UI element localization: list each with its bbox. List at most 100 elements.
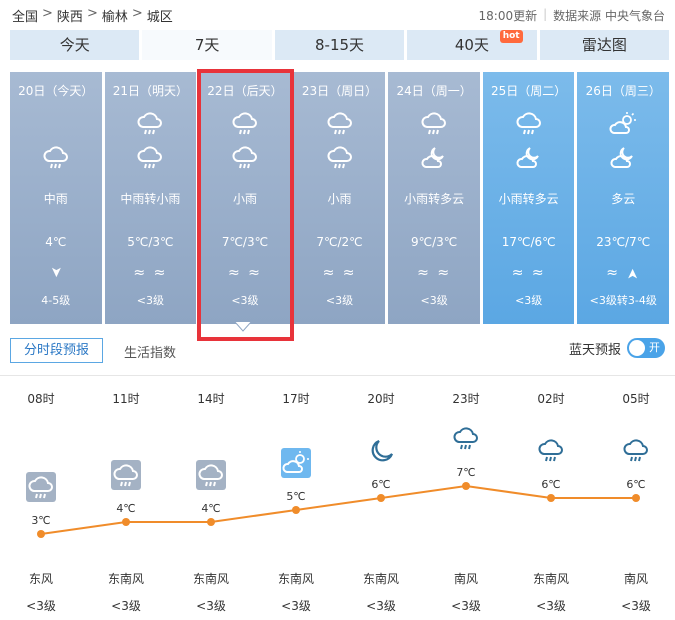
hour-temperature: 3℃	[31, 514, 51, 527]
hour-temperature: 6℃	[626, 478, 646, 491]
hourly-column: 08时 3℃ 东风 <3级	[11, 380, 71, 620]
day-temperature: 23℃/7℃	[596, 235, 651, 249]
hourly-column: 05时 6℃ 南风 <3级	[606, 380, 666, 620]
breadcrumb-province[interactable]: 陕西	[57, 6, 83, 25]
hour-wind-direction: 南风	[453, 572, 478, 586]
day-wind-level: <3级	[231, 294, 259, 307]
rain-icon	[536, 436, 566, 466]
hourly-column: 20时 6℃ 东南风 <3级	[351, 380, 411, 620]
hour-temperature: 6℃	[541, 478, 561, 491]
wind-direction-icon: ≈ ≈	[133, 265, 168, 281]
day-temperature: 17℃/6℃	[501, 235, 556, 249]
day-condition: 多云	[611, 192, 636, 206]
hour-wind-direction: 东南风	[107, 572, 144, 586]
hour-wind-direction: 东风	[28, 572, 53, 586]
rain-cloud-icon	[111, 460, 141, 490]
breadcrumb-sep: >	[42, 6, 53, 21]
breadcrumb-sep: >	[86, 6, 98, 21]
hourly-forecast: 08时 3℃ 东风 <3级 11时 4℃ 东南风 <3级 14时 4℃ 东南风 <3级 17时 5℃ 东南风…	[0, 380, 675, 620]
moon-icon	[366, 436, 396, 466]
hour-wind-direction: 南风	[623, 572, 648, 586]
blue-sky-toggle[interactable]: 开	[627, 338, 665, 358]
hour-wind-level: <3级	[196, 599, 226, 613]
day-date: 24日（周一）	[396, 84, 472, 98]
day-date: 25日（周二）	[491, 84, 567, 98]
day-condition: 小雨转多云	[404, 192, 465, 206]
day-column[interactable]: 21日（明天） 中雨转小雨 5℃/3℃ ≈ ≈ <3级	[104, 72, 197, 324]
day-wind-level: <3级	[515, 294, 543, 307]
forecast-tabs: 今天 7天 8-15天 40天 hot 雷达图	[10, 30, 670, 60]
daily-forecast: 20日（今天） 中雨 4℃ ➤ 4-5级 21日（明天） 中雨转小雨 5℃/3℃ ≈ ≈ <3级 2…	[10, 72, 670, 324]
rain-icon	[451, 424, 481, 454]
hour-temperature: 5℃	[286, 490, 306, 503]
hourly-column: 14时 4℃ 东南风 <3级	[181, 380, 241, 620]
day-condition: 中雨	[43, 192, 68, 206]
wind-direction-icon: ≈ ➤	[606, 265, 642, 281]
day-column[interactable]: 24日（周一） 小雨转多云 9℃/3℃ ≈ ≈ <3级	[388, 72, 480, 324]
hour-label: 05时	[622, 392, 650, 406]
day-wind-level: <3级	[420, 294, 448, 307]
wind-arrow-icon: ➤	[625, 266, 642, 280]
tab-today[interactable]: 今天	[10, 30, 140, 60]
hour-wind-direction: 东南风	[277, 572, 314, 586]
day-wind-level: <3级	[325, 294, 354, 307]
day-date: 23日（周日）	[301, 84, 378, 98]
hour-label: 17时	[282, 392, 310, 406]
selected-caret-icon	[235, 322, 251, 332]
day-column[interactable]: 25日（周二） 小雨转多云 17℃/6℃ ≈ ≈ <3级	[482, 72, 575, 324]
wind-direction-icon: ≈ ≈	[511, 265, 546, 281]
day-column[interactable]: 23日（周日） 小雨 7℃/2℃ ≈ ≈ <3级	[293, 72, 386, 324]
blue-sky-label: 蓝天预报	[568, 342, 621, 358]
hour-label: 20时	[367, 392, 395, 406]
hour-label: 08时	[27, 392, 55, 406]
day-column[interactable]: 20日（今天） 中雨 4℃ ➤ 4-5级	[10, 72, 102, 324]
partly-sunny-icon	[609, 110, 637, 142]
day-column[interactable]: 26日（周三） 多云 23℃/7℃ ≈ ➤ <3级转3-4级	[577, 72, 670, 324]
hour-label: 02时	[537, 392, 565, 406]
day-condition: 小雨	[232, 192, 257, 206]
breadcrumb-city[interactable]: 榆林	[102, 6, 128, 25]
hour-wind-level: <3级	[281, 599, 311, 613]
hour-label: 14时	[197, 392, 225, 406]
rain-cloud-icon	[326, 144, 354, 176]
rain-icon	[621, 436, 651, 466]
blue-sky-forecast: 蓝天预报 开	[569, 338, 665, 358]
day-wind-level: <3级转3-4级	[589, 294, 657, 307]
day-temperature: 7℃/3℃	[221, 235, 269, 249]
day-date: 20日（今天）	[18, 84, 94, 98]
hour-label: 23时	[452, 392, 480, 406]
hour-wind-direction: 东南风	[362, 572, 399, 586]
rain-cloud-icon	[136, 144, 164, 176]
hour-wind-level: <3级	[536, 599, 566, 613]
rain-cloud-icon	[326, 110, 354, 142]
hour-wind-direction: 东南风	[192, 572, 229, 586]
divider	[0, 375, 675, 376]
hourly-column: 23时 7℃ 南风 <3级	[436, 380, 496, 620]
hour-wind-level: <3级	[451, 599, 481, 613]
tab-life-index[interactable]: 生活指数	[124, 342, 204, 361]
tab-7day[interactable]: 7天	[142, 30, 272, 60]
day-date: 26日（周三）	[585, 84, 661, 98]
hot-badge: hot	[499, 30, 523, 43]
tab-radar[interactable]: 雷达图	[539, 30, 670, 60]
rain-cloud-icon	[26, 472, 56, 502]
hourly-column: 11时 4℃ 东南风 <3级	[96, 380, 156, 620]
hourly-column: 17时 5℃ 东南风 <3级	[266, 380, 326, 620]
day-condition: 中雨转小雨	[120, 192, 181, 206]
hour-temperature: 7℃	[456, 466, 476, 479]
cloudy-night-icon	[420, 144, 448, 176]
tab-8-15day[interactable]: 8-15天	[274, 30, 405, 60]
rain-cloud-icon	[231, 110, 259, 142]
hour-wind-level: <3级	[111, 599, 141, 613]
tab-hourly-forecast[interactable]: 分时段预报	[10, 338, 103, 363]
rain-cloud-icon	[42, 144, 70, 176]
breadcrumb-sep: >	[131, 6, 143, 21]
data-source: 数据来源 中央气象台	[553, 9, 665, 23]
breadcrumb-national[interactable]: 全国	[12, 6, 38, 25]
tab-40day[interactable]: 40天 hot	[407, 30, 537, 60]
day-column[interactable]: 22日（后天） 小雨 7℃/3℃ ≈ ≈ <3级	[199, 72, 291, 324]
rain-cloud-icon	[136, 110, 164, 142]
wind-direction-icon: ≈ ≈	[322, 265, 357, 281]
day-condition: 小雨	[327, 192, 352, 206]
top-bar: 全国 > 陕西 > 榆林 > 城区 18:00更新 | 数据来源 中央气象台	[0, 0, 675, 28]
